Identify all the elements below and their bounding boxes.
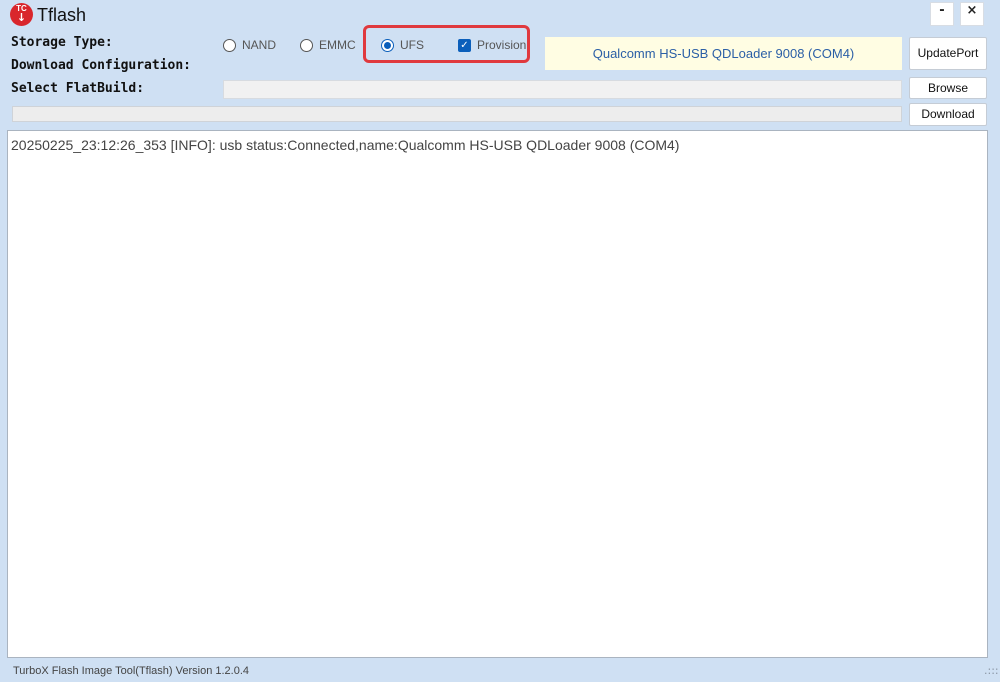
radio-emmc-label: EMMC [319, 38, 356, 52]
radio-nand-label: NAND [242, 38, 277, 52]
radio-emmc-icon [300, 38, 313, 52]
highlight-annotation [363, 25, 530, 63]
download-configuration-label: Download Configuration: [11, 58, 192, 73]
radio-nand-icon [223, 38, 236, 52]
update-port-button[interactable]: UpdatePort [909, 37, 987, 70]
storage-type-label: Storage Type: [11, 35, 113, 50]
logo-arrow-icon: ↓ [16, 11, 27, 24]
download-progress-bar [12, 106, 902, 122]
close-button[interactable]: × [960, 2, 984, 26]
radio-emmc[interactable]: EMMC [300, 37, 356, 53]
minimize-button[interactable]: - [930, 2, 954, 26]
flatbuild-path-input[interactable] [223, 80, 902, 99]
log-line: 20250225_23:12:26_353 [INFO]: usb status… [11, 137, 680, 153]
resize-grip-icon[interactable]: .::: [984, 664, 999, 678]
radio-nand[interactable]: NAND [223, 37, 276, 53]
app-logo-icon: TC ↓ [10, 3, 33, 26]
window-title: Tflash [37, 5, 87, 25]
version-status-text: TurboX Flash Image Tool(Tflash) Version … [13, 665, 250, 677]
select-flatbuild-label: Select FlatBuild: [11, 81, 145, 96]
log-output[interactable]: 20250225_23:12:26_353 [INFO]: usb status… [7, 130, 988, 658]
browse-button[interactable]: Browse [909, 77, 987, 99]
port-display: Qualcomm HS-USB QDLoader 9008 (COM4) [545, 37, 902, 70]
download-button[interactable]: Download [909, 103, 987, 126]
